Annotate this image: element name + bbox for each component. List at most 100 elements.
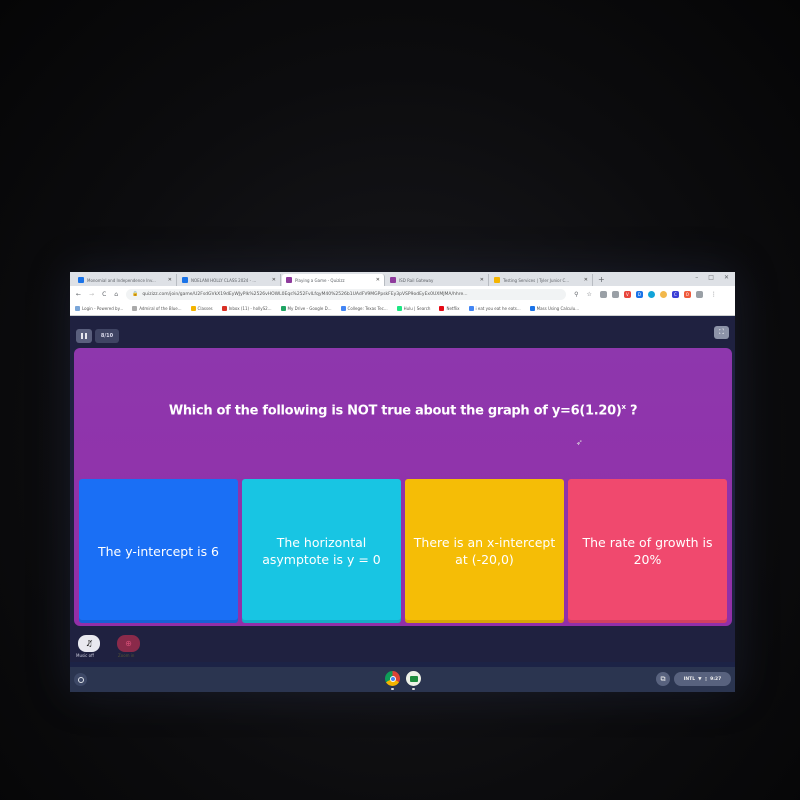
zoom-button[interactable]: ⊕ — [117, 635, 140, 652]
google-classroom-icon[interactable] — [406, 671, 421, 686]
music-off-icon: ♫̸ — [85, 639, 93, 648]
bookmark-label: Classes — [197, 306, 213, 311]
home-button[interactable]: ⌂ — [114, 291, 118, 298]
question-card: Which of the following is NOT true about… — [74, 348, 732, 626]
browser-tab[interactable]: NOELANI HOLLY CLASS 2024 - ... ✕ — [178, 274, 281, 286]
tab-close-icon[interactable]: ✕ — [376, 277, 380, 283]
answer-option-1[interactable]: The y-intercept is 6 — [79, 479, 238, 623]
browser-toolbar: ← → C ⌂ 🔒 quizizz.com/join/game/U2FsdGVk… — [70, 286, 735, 302]
browser-tab[interactable]: Playing a Game - Quizizz ✕ — [282, 274, 385, 286]
bookmark-item[interactable]: i eat you eat he eats... — [468, 306, 521, 311]
bookmark-favicon-icon — [221, 306, 227, 311]
extension-red-icon[interactable]: V — [623, 290, 631, 298]
extension-gray-icon[interactable] — [611, 290, 619, 298]
extensions-area: VD CO — [599, 290, 703, 298]
battery-icon: ▯ — [704, 676, 708, 682]
tab-title: NOELANI HOLLY CLASS 2024 - ... — [191, 277, 257, 283]
puzzle-icon[interactable] — [695, 290, 703, 298]
url-text: quizizz.com/join/game/U2FsdGVkX19dEyWJyP… — [142, 291, 468, 297]
bookmarks-bar: Login - Powered by... Admiral of the Blue… — [70, 302, 735, 316]
bookmark-favicon-icon — [132, 306, 138, 311]
tab-strip: Monomial and Independence Inv... ✕ NOELANI… — [70, 272, 735, 286]
bookmark-label: Admiral of the Blue... — [139, 306, 182, 311]
extension-navy-icon[interactable]: C — [671, 290, 679, 298]
pause-icon-bar — [84, 333, 87, 339]
tab-favicon-icon — [390, 277, 396, 283]
address-bar[interactable]: 🔒 quizizz.com/join/game/U2FsdGVkX19dEyWJ… — [126, 288, 567, 300]
app-running-indicator — [412, 688, 415, 690]
close-window-button[interactable]: ✕ — [724, 274, 729, 281]
tab-close-icon[interactable]: ✕ — [584, 277, 588, 283]
reload-button[interactable]: C — [102, 291, 106, 298]
menu-icon[interactable]: ⋮ — [711, 291, 717, 298]
app-running-indicator — [391, 688, 394, 690]
back-button[interactable]: ← — [76, 291, 81, 298]
bookmark-item[interactable]: Classes — [190, 306, 213, 311]
tab-favicon-icon — [286, 277, 292, 283]
tab-close-icon[interactable]: ✕ — [480, 277, 484, 283]
pause-button[interactable] — [76, 329, 92, 343]
answer-option-text: The horizontal asymptote is y = 0 — [262, 535, 381, 567]
answer-option-text: There is an x-intercept at (-20,0) — [413, 535, 556, 567]
bookmark-item[interactable]: Hulu | Search — [396, 306, 431, 311]
ime-indicator: INTL — [683, 676, 696, 682]
question-text: Which of the following is NOT true about… — [74, 403, 732, 418]
maximize-button[interactable]: □ — [708, 274, 714, 281]
star-icon[interactable]: ☆ — [586, 291, 591, 298]
answer-option-4[interactable]: The rate of growth is 20% — [568, 479, 727, 623]
reading-list-icon[interactable] — [599, 290, 607, 298]
browser-tab[interactable]: Monomial and Independence Inv... ✕ — [74, 274, 177, 286]
browser-tab[interactable]: Testing Services | Tyler Junior C... ✕ — [490, 274, 593, 286]
clock-time: 9:27 — [710, 676, 722, 682]
fullscreen-icon: ⛶ — [719, 328, 724, 336]
bookmark-item[interactable]: Mass Using Calculu... — [529, 306, 580, 311]
window-controls: – □ ✕ — [695, 274, 729, 281]
tote-icon[interactable]: ⧉ — [656, 672, 670, 686]
bookmark-label: Mass Using Calculu... — [536, 306, 580, 311]
bookmark-label: Hulu | Search — [403, 306, 431, 311]
tab-close-icon[interactable]: ✕ — [272, 277, 276, 283]
forward-button[interactable]: → — [89, 291, 94, 298]
launcher-button[interactable] — [74, 673, 87, 686]
lock-icon: 🔒 — [132, 291, 139, 297]
monitor-screen: Monomial and Independence Inv... ✕ NOELANI… — [70, 272, 735, 692]
extension-orange-icon[interactable]: O — [683, 290, 691, 298]
launcher-icon — [77, 676, 84, 683]
answer-options: The y-intercept is 6 The horizontal asym… — [79, 479, 727, 623]
bookmark-item[interactable]: College: Texas Tec... — [340, 306, 388, 311]
answer-option-text: The rate of growth is 20% — [582, 535, 713, 567]
tab-title: ISD Rail Gateway — [399, 277, 434, 283]
tab-title: Monomial and Independence Inv... — [87, 277, 156, 283]
bookmark-item[interactable]: My Drive - Google D... — [280, 306, 332, 311]
location-icon[interactable]: ⚲ — [574, 291, 578, 298]
minimize-button[interactable]: – — [695, 274, 698, 281]
bookmark-item[interactable]: Netflix — [439, 306, 460, 311]
extension-blue-icon[interactable]: D — [635, 290, 643, 298]
browser-tab[interactable]: ISD Rail Gateway ✕ — [386, 274, 489, 286]
tab-favicon-icon — [494, 277, 500, 283]
fullscreen-button[interactable]: ⛶ — [714, 326, 729, 339]
bookmark-item[interactable]: Admiral of the Blue... — [132, 306, 182, 311]
extension-gold-icon[interactable] — [659, 290, 667, 298]
bookmark-favicon-icon — [529, 306, 535, 311]
answer-option-2[interactable]: The horizontal asymptote is y = 0 — [242, 479, 401, 623]
os-shelf: ⧉ INTL ▼ ▯ 9:27 — [70, 667, 735, 692]
bookmark-item[interactable]: Inbox (11) - hollyS2... — [221, 306, 272, 311]
bookmark-favicon-icon — [190, 306, 196, 311]
zoom-in-icon: ⊕ — [125, 639, 132, 648]
answer-option-3[interactable]: There is an x-intercept at (-20,0) — [405, 479, 564, 623]
extension-teal-icon[interactable] — [647, 290, 655, 298]
bookmark-label: My Drive - Google D... — [287, 306, 332, 311]
tab-close-icon[interactable]: ✕ — [168, 277, 172, 283]
new-tab-button[interactable]: + — [598, 274, 605, 286]
tab-favicon-icon — [182, 277, 188, 283]
quiz-bottom-tools: ♫̸ Music off ⊕ Zoom in — [70, 635, 735, 662]
music-toggle-button[interactable]: ♫̸ — [78, 635, 100, 652]
status-tray[interactable]: INTL ▼ ▯ 9:27 — [674, 672, 731, 686]
chrome-icon[interactable] — [385, 671, 400, 686]
bookmark-item[interactable]: Login - Powered by... — [75, 306, 123, 311]
bookmark-label: i eat you eat he eats... — [475, 306, 521, 311]
bookmark-favicon-icon — [340, 306, 346, 311]
answer-option-text: The y-intercept is 6 — [97, 543, 220, 559]
bookmark-label: Login - Powered by... — [82, 306, 124, 311]
